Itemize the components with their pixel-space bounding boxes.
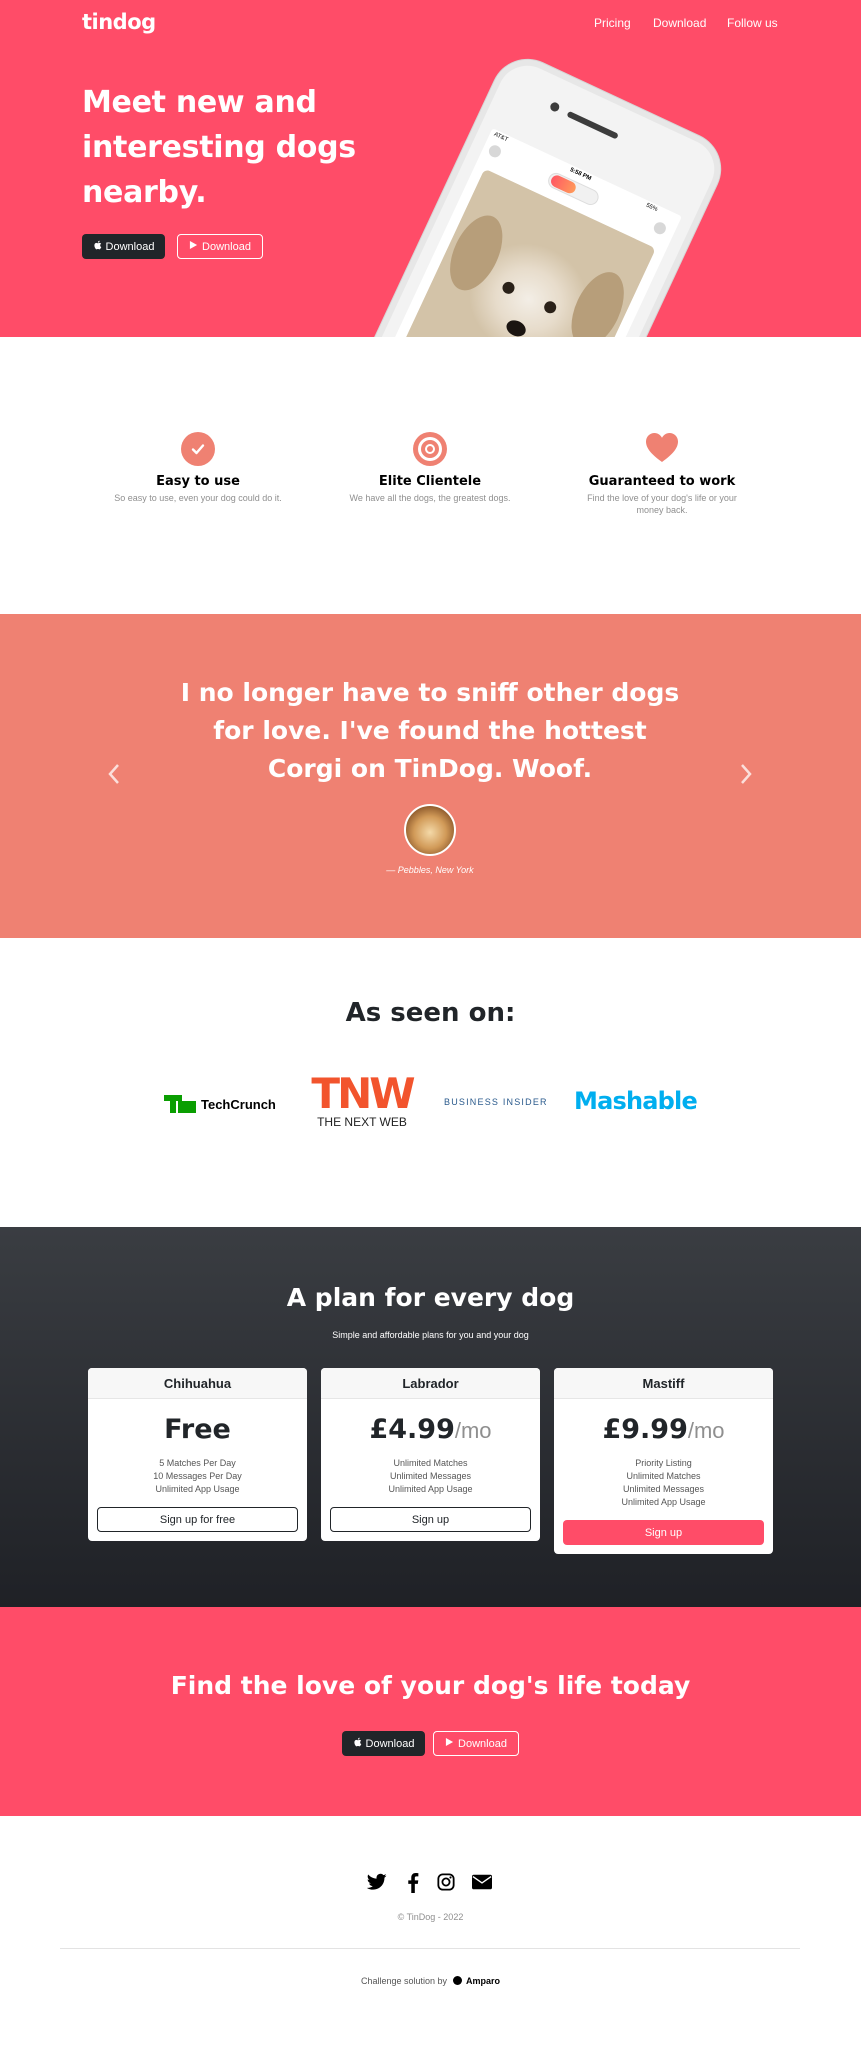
plan-name: Chihuahua: [88, 1368, 307, 1399]
feature-title: Guaranteed to work: [588, 474, 736, 489]
play-download-label: Download: [202, 240, 251, 253]
apple-icon: [353, 1737, 362, 1750]
dog-ear-right: [560, 264, 635, 337]
facebook-icon[interactable]: [401, 1873, 425, 1897]
dog-photo: [383, 168, 656, 337]
techcrunch-logo: TechCrunch: [164, 1092, 276, 1116]
cta-title: Find the love of your dog's life today: [170, 1671, 691, 1700]
bullseye-icon: [413, 432, 447, 466]
plan-price-amount: £9.99: [602, 1414, 688, 1445]
credit-line: Challenge solution by Amparo: [0, 1976, 861, 1986]
cta-apple-download-label: Download: [365, 1737, 415, 1750]
plan-card-chihuahua: Chihuahua Free 5 Matches Per Day 10 Mess…: [88, 1368, 307, 1541]
footer: [0, 1816, 861, 2048]
brand-logo[interactable]: tindog: [82, 10, 156, 34]
tnw-wordmark: TNW: [311, 1069, 415, 1118]
plan-feature: Unlimited App Usage: [155, 1484, 240, 1494]
phone-battery: 55%: [645, 202, 659, 214]
apple-download-button[interactable]: Download: [82, 234, 165, 259]
play-download-button[interactable]: Download: [177, 234, 263, 259]
cta-play-download-button[interactable]: Download: [433, 1731, 519, 1756]
mashable-logo: Mashable: [574, 1087, 698, 1115]
plan-price-period: /mo: [687, 1418, 725, 1443]
phone-camera: [548, 100, 561, 113]
envelope-icon[interactable]: [470, 1873, 494, 1897]
apple-download-label: Download: [105, 240, 155, 253]
tnw-subtitle: THE NEXT WEB: [317, 1115, 407, 1129]
credit-name[interactable]: Amparo: [466, 1976, 500, 1986]
cta-play-download-label: Download: [458, 1737, 507, 1750]
phone-speaker: [566, 110, 619, 140]
footer-divider: [60, 1948, 800, 1949]
check-circle-icon: [181, 432, 215, 466]
plan-name: Labrador: [321, 1368, 540, 1399]
testimonial-section: I no longer have to sniff other dogs for…: [0, 614, 861, 938]
twitter-icon[interactable]: [365, 1873, 389, 1897]
testimonial-quote: I no longer have to sniff other dogs for…: [180, 678, 680, 783]
feature-title: Elite Clientele: [378, 474, 482, 489]
dog-eye-left: [500, 279, 517, 296]
heart-icon: [645, 432, 679, 466]
tnw-logo: TNW THE NEXT WEB: [300, 1069, 424, 1130]
flame-icon: [549, 173, 578, 196]
feature-text: Find the love of your dog's life or your…: [587, 493, 737, 515]
apple-icon: [93, 240, 102, 253]
press-title: As seen on:: [345, 998, 516, 1028]
plan-feature: Priority Listing: [635, 1458, 692, 1468]
plan-price-amount: Free: [164, 1414, 231, 1445]
plan-price: Free: [88, 1414, 307, 1445]
chat-icon: [651, 220, 668, 237]
plan-price-period: /mo: [454, 1418, 492, 1443]
instagram-icon[interactable]: [434, 1873, 458, 1897]
press-section: [0, 938, 861, 1227]
plan-feature: Unlimited Messages: [622, 1484, 705, 1494]
hero-title: Meet new and interesting dogs nearby.: [82, 85, 356, 210]
carousel-prev-icon[interactable]: [106, 760, 122, 793]
dog-eye-right: [542, 299, 559, 316]
nav-link-follow[interactable]: Follow us: [727, 16, 778, 30]
plan-price-amount: £4.99: [369, 1414, 455, 1445]
plan-feature: 10 Messages Per Day: [153, 1471, 242, 1481]
feature-text: So easy to use, even your dog could do i…: [114, 493, 282, 503]
hero-section: tindog Pricing Download Follow us Meet n…: [0, 0, 861, 337]
carousel-next-icon[interactable]: [738, 760, 754, 793]
signup-mastiff-button[interactable]: Sign up: [563, 1520, 764, 1545]
plan-card-labrador: Labrador £4.99/mo Unlimited Matches Unli…: [321, 1368, 540, 1541]
pricing-subtitle: Simple and affordable plans for you and …: [332, 1330, 529, 1340]
plan-feature: Unlimited App Usage: [621, 1497, 706, 1507]
plan-price: £4.99/mo: [321, 1414, 540, 1445]
play-icon: [189, 240, 198, 253]
pricing-section: A plan for every dog Simple and affordab…: [0, 1227, 861, 1607]
features-section: Easy to use So easy to use, even your do…: [0, 337, 861, 614]
testimonial-avatar: [404, 804, 456, 856]
profile-icon: [486, 143, 503, 160]
nav-link-download[interactable]: Download: [653, 16, 706, 30]
cta-apple-download-button[interactable]: Download: [342, 1731, 425, 1756]
signup-free-button[interactable]: Sign up for free: [97, 1507, 298, 1532]
copyright: © TinDog - 2022: [397, 1912, 464, 1922]
plan-feature: Unlimited Matches: [393, 1458, 468, 1468]
plan-feature: Unlimited Messages: [389, 1471, 472, 1481]
pricing-title: A plan for every dog: [286, 1283, 575, 1312]
plan-price: £9.99/mo: [554, 1414, 773, 1445]
amparo-icon: [452, 1976, 462, 1985]
nav-link-pricing[interactable]: Pricing: [594, 16, 631, 30]
testimonial-author: — Pebbles, New York: [386, 865, 474, 875]
plan-feature: Unlimited Matches: [626, 1471, 701, 1481]
plan-card-mastiff: Mastiff £9.99/mo Priority Listing Unlimi…: [554, 1368, 773, 1554]
plan-name: Mastiff: [554, 1368, 773, 1399]
signup-labrador-button[interactable]: Sign up: [330, 1507, 531, 1532]
dog-nose: [503, 317, 529, 337]
techcrunch-wordmark: TechCrunch: [201, 1096, 276, 1112]
feature-text: We have all the dogs, the greatest dogs.: [349, 493, 511, 503]
play-icon: [445, 1737, 454, 1750]
feature-title: Easy to use: [156, 474, 240, 489]
business-insider-logo: BUSINESS INSIDER: [444, 1097, 548, 1107]
cta-section: Find the love of your dog's life today D…: [0, 1607, 861, 1816]
phone-carrier: AT&T: [492, 131, 509, 144]
plan-feature: 5 Matches Per Day: [159, 1458, 236, 1468]
plan-feature: Unlimited App Usage: [388, 1484, 473, 1494]
credit-prefix: Challenge solution by: [360, 1976, 447, 1986]
